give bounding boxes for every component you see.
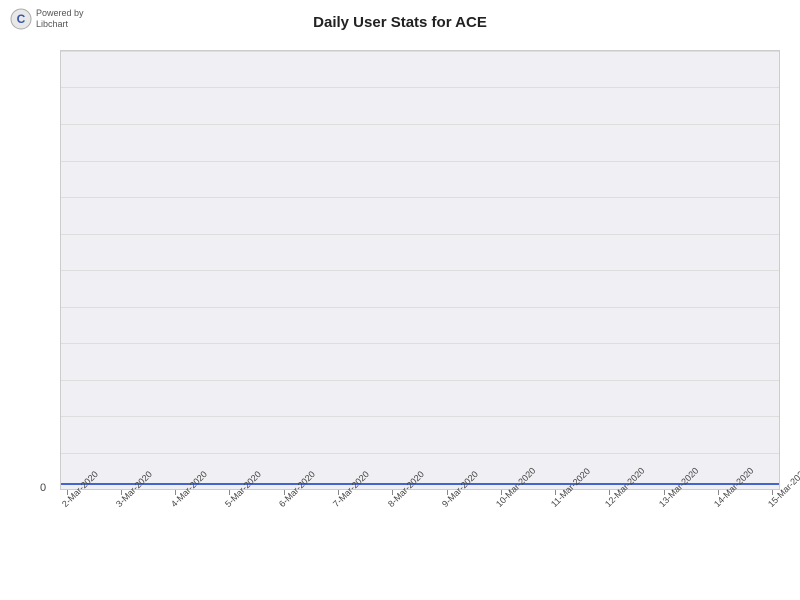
x-label-wrapper: 5-Mar-2020 (223, 490, 237, 512)
x-axis-label: 15-Mar-2020 (766, 492, 783, 509)
x-label-wrapper: 3-Mar-2020 (114, 490, 128, 512)
x-label-wrapper: 6-Mar-2020 (277, 490, 291, 512)
x-label-wrapper: 11-Mar-2020 (549, 490, 563, 512)
grid-line (61, 270, 779, 271)
x-axis-label: 7-Mar-2020 (331, 492, 348, 509)
grid-line (61, 307, 779, 308)
x-label-wrapper: 10-Mar-2020 (494, 490, 508, 512)
chart-container: C Powered by Libchart Daily User Stats f… (0, 0, 800, 600)
x-label-wrapper: 7-Mar-2020 (331, 490, 345, 512)
chart-plot-area (60, 50, 780, 490)
grid-line (61, 380, 779, 381)
x-axis-label: 6-Mar-2020 (277, 492, 294, 509)
x-axis-label: 8-Mar-2020 (386, 492, 403, 509)
grid-line (61, 343, 779, 344)
x-axis-label: 14-Mar-2020 (712, 492, 729, 509)
x-label-wrapper: 12-Mar-2020 (603, 490, 617, 512)
grid-line (61, 197, 779, 198)
x-label-wrapper: 15-Mar-2020 (766, 490, 780, 512)
grid-line (61, 124, 779, 125)
x-label-wrapper: 13-Mar-2020 (657, 490, 671, 512)
data-line (61, 483, 779, 485)
grid-line (61, 87, 779, 88)
x-axis-label: 13-Mar-2020 (657, 492, 674, 509)
grid-line (61, 51, 779, 52)
x-label-wrapper: 4-Mar-2020 (169, 490, 183, 512)
x-label-wrapper: 2-Mar-2020 (60, 490, 74, 512)
x-label-wrapper: 14-Mar-2020 (712, 490, 726, 512)
grid-lines (61, 51, 779, 489)
x-axis-label: 12-Mar-2020 (603, 492, 620, 509)
x-axis: 2-Mar-2020 3-Mar-2020 4-Mar-2020 5-Mar-2020… (60, 490, 780, 595)
x-axis-label: 11-Mar-2020 (549, 492, 566, 509)
x-axis-label: 4-Mar-2020 (169, 492, 186, 509)
x-axis-label: 2-Mar-2020 (60, 492, 77, 509)
y-axis-zero-label: 0 (40, 482, 46, 492)
grid-line (61, 234, 779, 235)
x-axis-label: 5-Mar-2020 (223, 492, 240, 509)
x-axis-label: 9-Mar-2020 (440, 492, 457, 509)
grid-line (61, 453, 779, 454)
x-label-wrapper: 8-Mar-2020 (386, 490, 400, 512)
x-label-wrapper: 9-Mar-2020 (440, 490, 454, 512)
x-axis-label: 3-Mar-2020 (114, 492, 131, 509)
grid-line (61, 416, 779, 417)
chart-title: Daily User Stats for ACE (0, 14, 800, 31)
grid-line (61, 161, 779, 162)
x-axis-label: 10-Mar-2020 (494, 492, 511, 509)
